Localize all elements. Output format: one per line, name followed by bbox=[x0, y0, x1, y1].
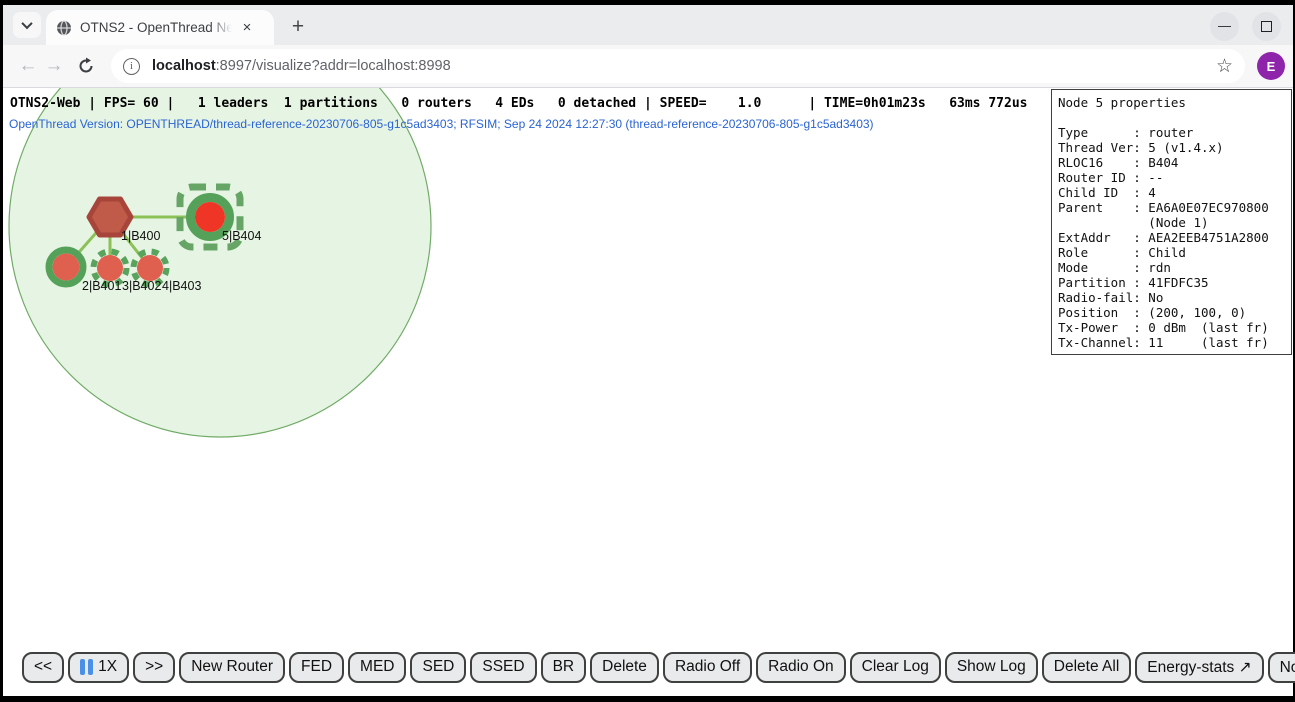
panel-line: Tx-Power : 0 dBm (last fr) bbox=[1058, 320, 1285, 335]
node-1-label: 1|B400 bbox=[121, 229, 160, 243]
panel-line: Thread Ver: 5 (v1.4.x) bbox=[1058, 140, 1285, 155]
panel-line: Mode : rdn bbox=[1058, 260, 1285, 275]
node-4-label: 4|B403 bbox=[162, 279, 201, 293]
panel-line: Position : (200, 100, 0) bbox=[1058, 305, 1285, 320]
panel-line: Type : router bbox=[1058, 125, 1285, 140]
tab-otns2[interactable]: OTNS2 - OpenThread Ne × bbox=[46, 10, 274, 45]
sed-button[interactable]: SED bbox=[410, 652, 466, 683]
window-frame: OTNS2 - OpenThread Ne × + — ← → bbox=[0, 0, 1295, 702]
show-log-button[interactable]: Show Log bbox=[945, 652, 1038, 683]
panel-line: RLOC16 : B404 bbox=[1058, 155, 1285, 170]
control-bar: << 1X >> New Router FED MED SED SSED BR … bbox=[3, 644, 1293, 696]
otns-canvas: 1|B400 5|B404 2|B401 3|B402 4|B403 OTNS2… bbox=[3, 88, 1293, 644]
panel-line: Parent : EA6A0E07EC970800 bbox=[1058, 200, 1285, 215]
maximize-icon bbox=[1261, 21, 1272, 32]
speed-down-button[interactable]: << bbox=[22, 652, 64, 683]
browser-toolbar: ← → i localhost:8997/visualize?addr=loca… bbox=[3, 45, 1293, 87]
pause-speed-button[interactable]: 1X bbox=[68, 652, 129, 683]
energy-stats-button[interactable]: Energy-stats ↗ bbox=[1135, 652, 1263, 683]
network-visualization: 1|B400 5|B404 2|B401 3|B402 4|B403 bbox=[3, 88, 1049, 644]
tab-title-fade bbox=[210, 20, 232, 35]
forward-button[interactable]: → bbox=[41, 53, 67, 79]
tab-strip: OTNS2 - OpenThread Ne × + — bbox=[3, 5, 1293, 45]
ssed-button[interactable]: SSED bbox=[470, 652, 536, 683]
node-5-label: 5|B404 bbox=[222, 229, 261, 243]
delete-all-button[interactable]: Delete All bbox=[1042, 652, 1131, 683]
tab-title: OTNS2 - OpenThread Ne bbox=[80, 20, 232, 35]
new-router-button[interactable]: New Router bbox=[179, 652, 285, 683]
node-3-label: 3|B402 bbox=[122, 279, 161, 293]
profile-avatar[interactable]: E bbox=[1257, 52, 1285, 80]
reload-button[interactable] bbox=[73, 53, 99, 79]
fed-button[interactable]: FED bbox=[289, 652, 344, 683]
panel-line: Tx-Channel: 11 (last fr) bbox=[1058, 335, 1285, 350]
panel-line: Child ID : 4 bbox=[1058, 185, 1285, 200]
panel-title: Node 5 properties bbox=[1058, 95, 1285, 110]
speed-up-button[interactable]: >> bbox=[133, 652, 175, 683]
minimize-button[interactable]: — bbox=[1210, 12, 1239, 41]
panel-line: Radio-fail: No bbox=[1058, 290, 1285, 305]
pause-icon bbox=[80, 659, 93, 675]
node-2-label: 2|B401 bbox=[82, 279, 121, 293]
globe-favicon-icon bbox=[56, 20, 72, 36]
window-controls: — bbox=[1210, 12, 1281, 41]
tab-close-icon[interactable]: × bbox=[238, 19, 256, 37]
url-path: :8997/visualize?addr=localhost:8998 bbox=[216, 58, 451, 74]
bookmark-star-icon[interactable]: ☆ bbox=[1216, 55, 1233, 78]
tab-search-button[interactable] bbox=[13, 12, 41, 38]
address-bar[interactable]: i localhost:8997/visualize?addr=localhos… bbox=[111, 49, 1245, 83]
node-3-circle[interactable] bbox=[97, 255, 123, 281]
new-tab-button[interactable]: + bbox=[284, 13, 312, 41]
med-button[interactable]: MED bbox=[348, 652, 406, 683]
panel-line: Role : Child bbox=[1058, 245, 1285, 260]
chevron-down-icon bbox=[21, 18, 32, 29]
node-5-circle[interactable] bbox=[195, 202, 225, 232]
node-4-circle[interactable] bbox=[137, 255, 163, 281]
speed-label: 1X bbox=[98, 658, 117, 676]
version-line: OpenThread Version: OPENTHREAD/thread-re… bbox=[9, 117, 874, 131]
radio-off-button[interactable]: Radio Off bbox=[663, 652, 752, 683]
node-stats-button[interactable]: Node-stats ↗ bbox=[1268, 652, 1295, 683]
panel-line: Router ID : -- bbox=[1058, 170, 1285, 185]
url-text: localhost:8997/visualize?addr=localhost:… bbox=[152, 58, 1208, 74]
status-bar: OTNS2-Web | FPS= 60 | 1 leaders 1 partit… bbox=[10, 96, 1027, 111]
site-info-icon[interactable]: i bbox=[123, 58, 140, 75]
panel-gap bbox=[1058, 110, 1285, 125]
clear-log-button[interactable]: Clear Log bbox=[850, 652, 941, 683]
node-2-circle[interactable] bbox=[53, 254, 80, 281]
maximize-button[interactable] bbox=[1252, 12, 1281, 41]
back-button[interactable]: ← bbox=[15, 53, 41, 79]
reload-icon bbox=[77, 57, 95, 75]
panel-line: Partition : 41FDFC35 bbox=[1058, 275, 1285, 290]
url-host: localhost bbox=[152, 58, 216, 74]
browser-window: OTNS2 - OpenThread Ne × + — ← → bbox=[3, 5, 1293, 696]
panel-line: ExtAddr : AEA2EEB4751A2800 bbox=[1058, 230, 1285, 245]
node-properties-panel: Node 5 properties Type : router Thread V… bbox=[1051, 89, 1292, 355]
br-button[interactable]: BR bbox=[541, 652, 587, 683]
minimize-icon: — bbox=[1218, 19, 1231, 32]
delete-button[interactable]: Delete bbox=[590, 652, 659, 683]
radio-on-button[interactable]: Radio On bbox=[756, 652, 845, 683]
panel-line: (Node 1) bbox=[1058, 215, 1285, 230]
